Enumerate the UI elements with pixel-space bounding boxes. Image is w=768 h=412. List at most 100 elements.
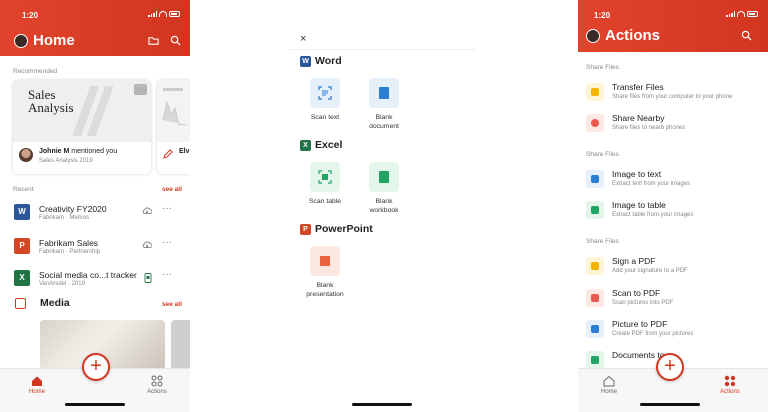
signal-icon <box>148 11 157 17</box>
scan-table-tile[interactable]: Scan table <box>295 162 355 206</box>
group-label: Share Files <box>586 64 619 71</box>
status-time: 1:20 <box>22 11 39 20</box>
status-bar: 1:20 <box>0 0 190 22</box>
cloud-download-icon[interactable] <box>142 207 152 215</box>
page-title: Actions <box>605 27 661 44</box>
battery-icon <box>169 11 180 17</box>
actions-grid-icon <box>151 375 163 387</box>
picture-to-pdf-icon <box>586 320 604 338</box>
file-location: VanArsdel · 2019 <box>39 281 85 287</box>
nav-home[interactable]: Home <box>17 375 57 395</box>
phone-device-icon <box>144 273 152 283</box>
signal-icon <box>726 11 735 17</box>
image-to-table-icon <box>586 201 604 219</box>
bottom-nav: Home + Actions <box>578 353 768 412</box>
avatar <box>19 148 33 162</box>
actions-grid-icon <box>724 375 736 387</box>
more-options-icon[interactable]: ··· <box>162 269 172 280</box>
document-icon <box>379 87 389 99</box>
excel-file-icon: X <box>14 270 30 286</box>
mention-person: Johnie M <box>39 148 70 155</box>
word-file-icon: W <box>14 204 30 220</box>
blank-presentation-tile[interactable]: Blank presentation <box>295 246 355 299</box>
close-button[interactable]: × <box>300 33 306 45</box>
avatar[interactable] <box>14 34 28 48</box>
home-header: 1:20 Home <box>0 0 190 56</box>
home-icon <box>603 375 615 387</box>
chart-thumbnail-icon <box>162 88 187 126</box>
battery-icon <box>747 11 758 17</box>
create-button[interactable]: + <box>82 353 110 381</box>
action-transfer-files[interactable]: Transfer Files Share files from your com… <box>586 79 762 109</box>
media-icon <box>15 298 26 309</box>
bottom-nav: Home + Actions <box>0 353 190 412</box>
action-image-to-table[interactable]: Image to table Extract table from your i… <box>586 197 762 227</box>
recommended-label: Recommended <box>13 68 58 75</box>
word-icon: W <box>300 56 311 67</box>
divider <box>290 49 476 50</box>
cloud-download-icon[interactable] <box>142 241 152 249</box>
media-title: Media <box>40 297 70 309</box>
nav-actions[interactable]: Actions <box>137 375 177 395</box>
search-icon[interactable] <box>170 35 181 46</box>
excel-section-header: X Excel <box>300 139 342 151</box>
action-image-to-text[interactable]: Image to text Extract text from your ima… <box>586 166 762 196</box>
action-share-nearby[interactable]: Share Nearby Share files to nearb phones <box>586 110 762 140</box>
folder-icon[interactable] <box>148 35 159 46</box>
file-location: Fabrikam · Memos <box>39 215 90 221</box>
recommended-card-sales[interactable]: Sales Analysis ··· Johnie M mentioned yo… <box>13 80 151 174</box>
document-thumbnail <box>157 80 190 142</box>
avatar[interactable] <box>586 29 600 43</box>
recent-label: Recent <box>13 186 34 193</box>
list-item[interactable]: P Fabrikam Sales Fabrikam · Partnership … <box>14 234 180 262</box>
tile-label: Blank workbook <box>369 198 399 214</box>
list-item[interactable]: X Social media co...t tracker VanArsdel … <box>14 266 180 294</box>
action-sign-pdf[interactable]: Sign a PDF Add your signature to a PDF <box>586 253 762 283</box>
powerpoint-section-header: P PowerPoint <box>300 223 373 235</box>
scan-text-icon <box>318 86 332 100</box>
file-name: Social media co...t tracker <box>39 270 137 280</box>
media-see-all-link[interactable]: see all <box>162 301 182 308</box>
file-name: Creativity FY2020 <box>39 204 107 214</box>
list-item[interactable]: W Creativity FY2020 Fabrikam · Memos ··· <box>14 200 180 228</box>
powerpoint-file-icon: P <box>14 238 30 254</box>
nav-actions[interactable]: Actions <box>710 375 750 395</box>
scan-text-tile[interactable]: Scan text <box>295 78 355 122</box>
mention-person: Elv <box>179 148 190 155</box>
group-label: Share Files <box>586 238 619 245</box>
scan-table-icon <box>318 170 332 184</box>
action-scan-to-pdf[interactable]: Scan to PDF Scan pictures into PDF <box>586 285 762 315</box>
see-all-link[interactable]: see all <box>162 186 182 193</box>
nav-home[interactable]: Home <box>589 375 629 395</box>
blank-workbook-tile[interactable]: Blank workbook <box>354 162 414 215</box>
excel-icon: X <box>300 140 311 151</box>
create-screen: × W Word Scan text Blank document X Excel … <box>290 0 476 412</box>
media-image[interactable] <box>171 320 190 370</box>
create-button[interactable]: + <box>656 353 684 381</box>
document-thumbnail: Sales Analysis ··· <box>13 80 151 142</box>
share-nearby-icon <box>586 114 604 132</box>
action-picture-to-pdf[interactable]: Picture to PDF Create PDF from your pict… <box>586 316 762 346</box>
actions-header: 1:20 Actions <box>578 0 768 52</box>
tile-label: Blank document <box>369 114 399 130</box>
blank-document-tile[interactable]: Blank document <box>354 78 414 131</box>
powerpoint-icon: P <box>300 224 311 235</box>
word-section-header: W Word <box>300 55 342 67</box>
wifi-icon <box>737 11 745 17</box>
recommended-card-2[interactable]: Elv <box>157 80 190 174</box>
search-icon[interactable] <box>741 30 752 41</box>
documents-icon <box>586 351 604 369</box>
more-options-button[interactable]: ··· <box>134 83 147 95</box>
tile-label: Blank presentation <box>306 282 344 298</box>
actions-screen: 1:20 Actions Share Files Transfer Files … <box>578 0 768 412</box>
card-subtitle: Sales Analysis 2019 <box>39 158 93 164</box>
more-options-icon[interactable]: ··· <box>162 203 172 214</box>
home-indicator <box>352 403 412 406</box>
home-icon <box>32 376 42 386</box>
group-label: Share Files <box>586 151 619 158</box>
home-indicator <box>65 403 125 406</box>
more-options-icon[interactable]: ··· <box>162 237 172 248</box>
pen-icon <box>163 149 173 159</box>
mention-action: mentioned you <box>71 148 118 155</box>
scan-to-pdf-icon <box>586 289 604 307</box>
